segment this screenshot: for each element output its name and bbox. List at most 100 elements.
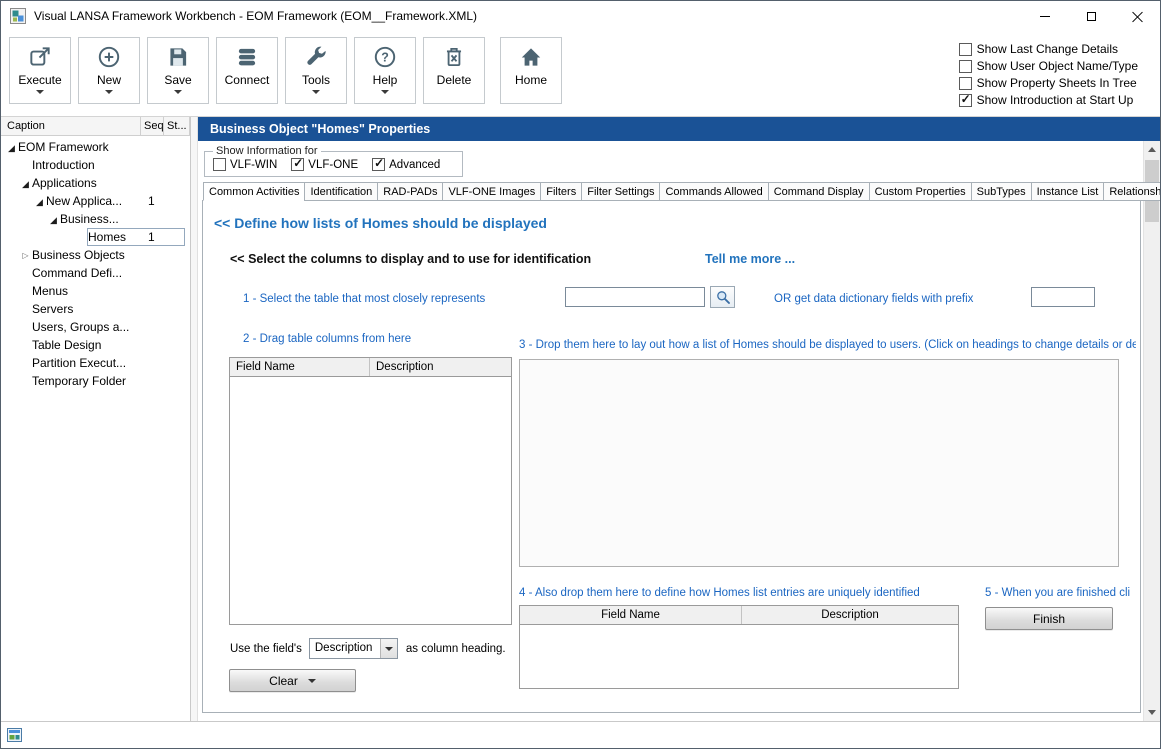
tab-subtypes[interactable]: SubTypes: [971, 182, 1032, 201]
tree-item-label: New Applica...: [46, 194, 143, 208]
tree-expander-icon[interactable]: [47, 210, 60, 229]
app-window: Visual LANSA Framework Workbench - EOM F…: [0, 0, 1161, 749]
scroll-up-button[interactable]: [1144, 141, 1160, 158]
table-search-input[interactable]: [565, 287, 705, 307]
option-show-property-sheets-in-tree[interactable]: Show Property Sheets In Tree: [959, 76, 1138, 90]
close-button[interactable]: [1114, 1, 1160, 31]
toolbar-button-label: Save: [164, 73, 191, 87]
tab-custom-properties[interactable]: Custom Properties: [869, 182, 972, 201]
source-table-header-field-name[interactable]: Field Name: [230, 358, 370, 376]
tree-item-users-groups[interactable]: Users, Groups a...: [1, 318, 190, 336]
checkbox-label[interactable]: VLF-ONE: [308, 159, 358, 171]
tab-command-display[interactable]: Command Display: [768, 182, 870, 201]
tree-item-servers[interactable]: Servers: [1, 300, 190, 318]
status-bar-icon[interactable]: [7, 728, 23, 743]
tree-item-new-application[interactable]: New Applica... 1: [1, 192, 190, 210]
scroll-down-button[interactable]: [1144, 704, 1160, 721]
clear-button[interactable]: Clear: [229, 669, 356, 692]
column-header-seq[interactable]: Seq: [141, 117, 164, 135]
finish-button[interactable]: Finish: [985, 607, 1113, 630]
tree-item-temporary-folder[interactable]: Temporary Folder: [1, 372, 190, 390]
tab-relationships[interactable]: Relationships: [1103, 182, 1161, 201]
properties-tabs: Common Activities Identification RAD-PAD…: [203, 182, 1141, 200]
checkbox[interactable]: [959, 60, 972, 73]
checkbox-advanced[interactable]: Advanced: [372, 158, 440, 171]
tell-me-more-link[interactable]: Tell me more ...: [705, 252, 795, 266]
table-search-button[interactable]: [710, 286, 735, 308]
tree-item-label: Business Objects: [32, 248, 143, 262]
tree-expander-icon[interactable]: [33, 192, 46, 211]
column-heading-select[interactable]: Description: [309, 638, 398, 659]
tools-button[interactable]: Tools: [285, 37, 347, 104]
tree-expander-icon[interactable]: [19, 245, 32, 265]
chevron-down-icon: [385, 647, 393, 651]
tab-instance-list[interactable]: Instance List: [1031, 182, 1105, 201]
tab-commands-allowed[interactable]: Commands Allowed: [659, 182, 768, 201]
save-button[interactable]: Save: [147, 37, 209, 104]
combo-dropdown-button[interactable]: [380, 639, 397, 658]
scrollbar-track[interactable]: [1144, 158, 1160, 704]
columns-drop-area[interactable]: [519, 359, 1119, 567]
execute-button[interactable]: Execute: [9, 37, 71, 104]
option-label[interactable]: Show Introduction at Start Up: [977, 93, 1134, 107]
checkbox-vlf-win[interactable]: VLF-WIN: [213, 158, 277, 171]
tree-item-label: Introduction: [32, 158, 143, 172]
tree-item-command-definitions[interactable]: Command Defi...: [1, 264, 190, 282]
connect-icon: [234, 42, 260, 72]
checkbox[interactable]: [213, 158, 226, 171]
help-button[interactable]: ? Help: [354, 37, 416, 104]
connect-button[interactable]: Connect: [216, 37, 278, 104]
checkbox[interactable]: [291, 158, 304, 171]
checkbox[interactable]: [372, 158, 385, 171]
tree-expander-icon[interactable]: [5, 138, 18, 157]
checkbox-label[interactable]: Advanced: [389, 159, 440, 171]
identification-table-header-field-name[interactable]: Field Name: [520, 606, 742, 624]
panel-splitter[interactable]: [191, 117, 198, 721]
checkbox[interactable]: [959, 77, 972, 90]
tab-common-activities[interactable]: Common Activities: [203, 182, 305, 201]
column-header-status[interactable]: St...: [164, 117, 190, 135]
step3-label: 3 - Drop them here to lay out how a list…: [519, 339, 1136, 351]
tree-item-introduction[interactable]: Introduction: [1, 156, 190, 174]
option-label[interactable]: Show Property Sheets In Tree: [977, 76, 1137, 90]
option-show-user-object-name-type[interactable]: Show User Object Name/Type: [959, 59, 1138, 73]
search-icon: [715, 289, 731, 305]
option-show-last-change-details[interactable]: Show Last Change Details: [959, 42, 1138, 56]
prefix-input[interactable]: [1031, 287, 1095, 307]
tab-rad-pads[interactable]: RAD-PADs: [377, 182, 443, 201]
tree-item-menus[interactable]: Menus: [1, 282, 190, 300]
checkbox-vlf-one[interactable]: VLF-ONE: [291, 158, 358, 171]
tree-item-homes[interactable]: Homes 1: [1, 228, 190, 246]
tab-vlf-one-images[interactable]: VLF-ONE Images: [442, 182, 541, 201]
vertical-scrollbar[interactable]: [1143, 141, 1160, 721]
tree-item-partition-execution[interactable]: Partition Execut...: [1, 354, 190, 372]
tab-identification[interactable]: Identification: [304, 182, 378, 201]
maximize-button[interactable]: [1068, 1, 1114, 31]
tree-item-applications[interactable]: Applications: [1, 174, 190, 192]
tab-filter-settings[interactable]: Filter Settings: [581, 182, 660, 201]
tree-item-label: Applications: [32, 176, 143, 190]
tree-item-label: Menus: [32, 284, 143, 298]
tab-filters[interactable]: Filters: [540, 182, 582, 201]
checkbox[interactable]: [959, 43, 972, 56]
source-table-header-description[interactable]: Description: [370, 358, 511, 376]
delete-button[interactable]: Delete: [423, 37, 485, 104]
option-label[interactable]: Show User Object Name/Type: [977, 59, 1138, 73]
identification-table-header-description[interactable]: Description: [742, 606, 958, 624]
option-show-introduction-at-startup[interactable]: Show Introduction at Start Up: [959, 93, 1138, 107]
tree-item-label: Table Design: [32, 338, 143, 352]
home-icon: [518, 42, 544, 72]
option-label[interactable]: Show Last Change Details: [977, 42, 1118, 56]
minimize-button[interactable]: [1022, 1, 1068, 31]
tree-item-eom-framework[interactable]: EOM Framework: [1, 138, 190, 156]
new-button[interactable]: New: [78, 37, 140, 104]
tree-item-label: Command Defi...: [32, 266, 143, 280]
tree-item-table-design[interactable]: Table Design: [1, 336, 190, 354]
tree-item-business[interactable]: Business...: [1, 210, 190, 228]
checkbox-label[interactable]: VLF-WIN: [230, 159, 277, 171]
checkbox[interactable]: [959, 94, 972, 107]
home-button[interactable]: Home: [500, 37, 562, 104]
tree-expander-icon[interactable]: [19, 174, 32, 193]
column-header-caption[interactable]: Caption: [1, 117, 141, 135]
tree-item-business-objects[interactable]: Business Objects: [1, 246, 190, 264]
